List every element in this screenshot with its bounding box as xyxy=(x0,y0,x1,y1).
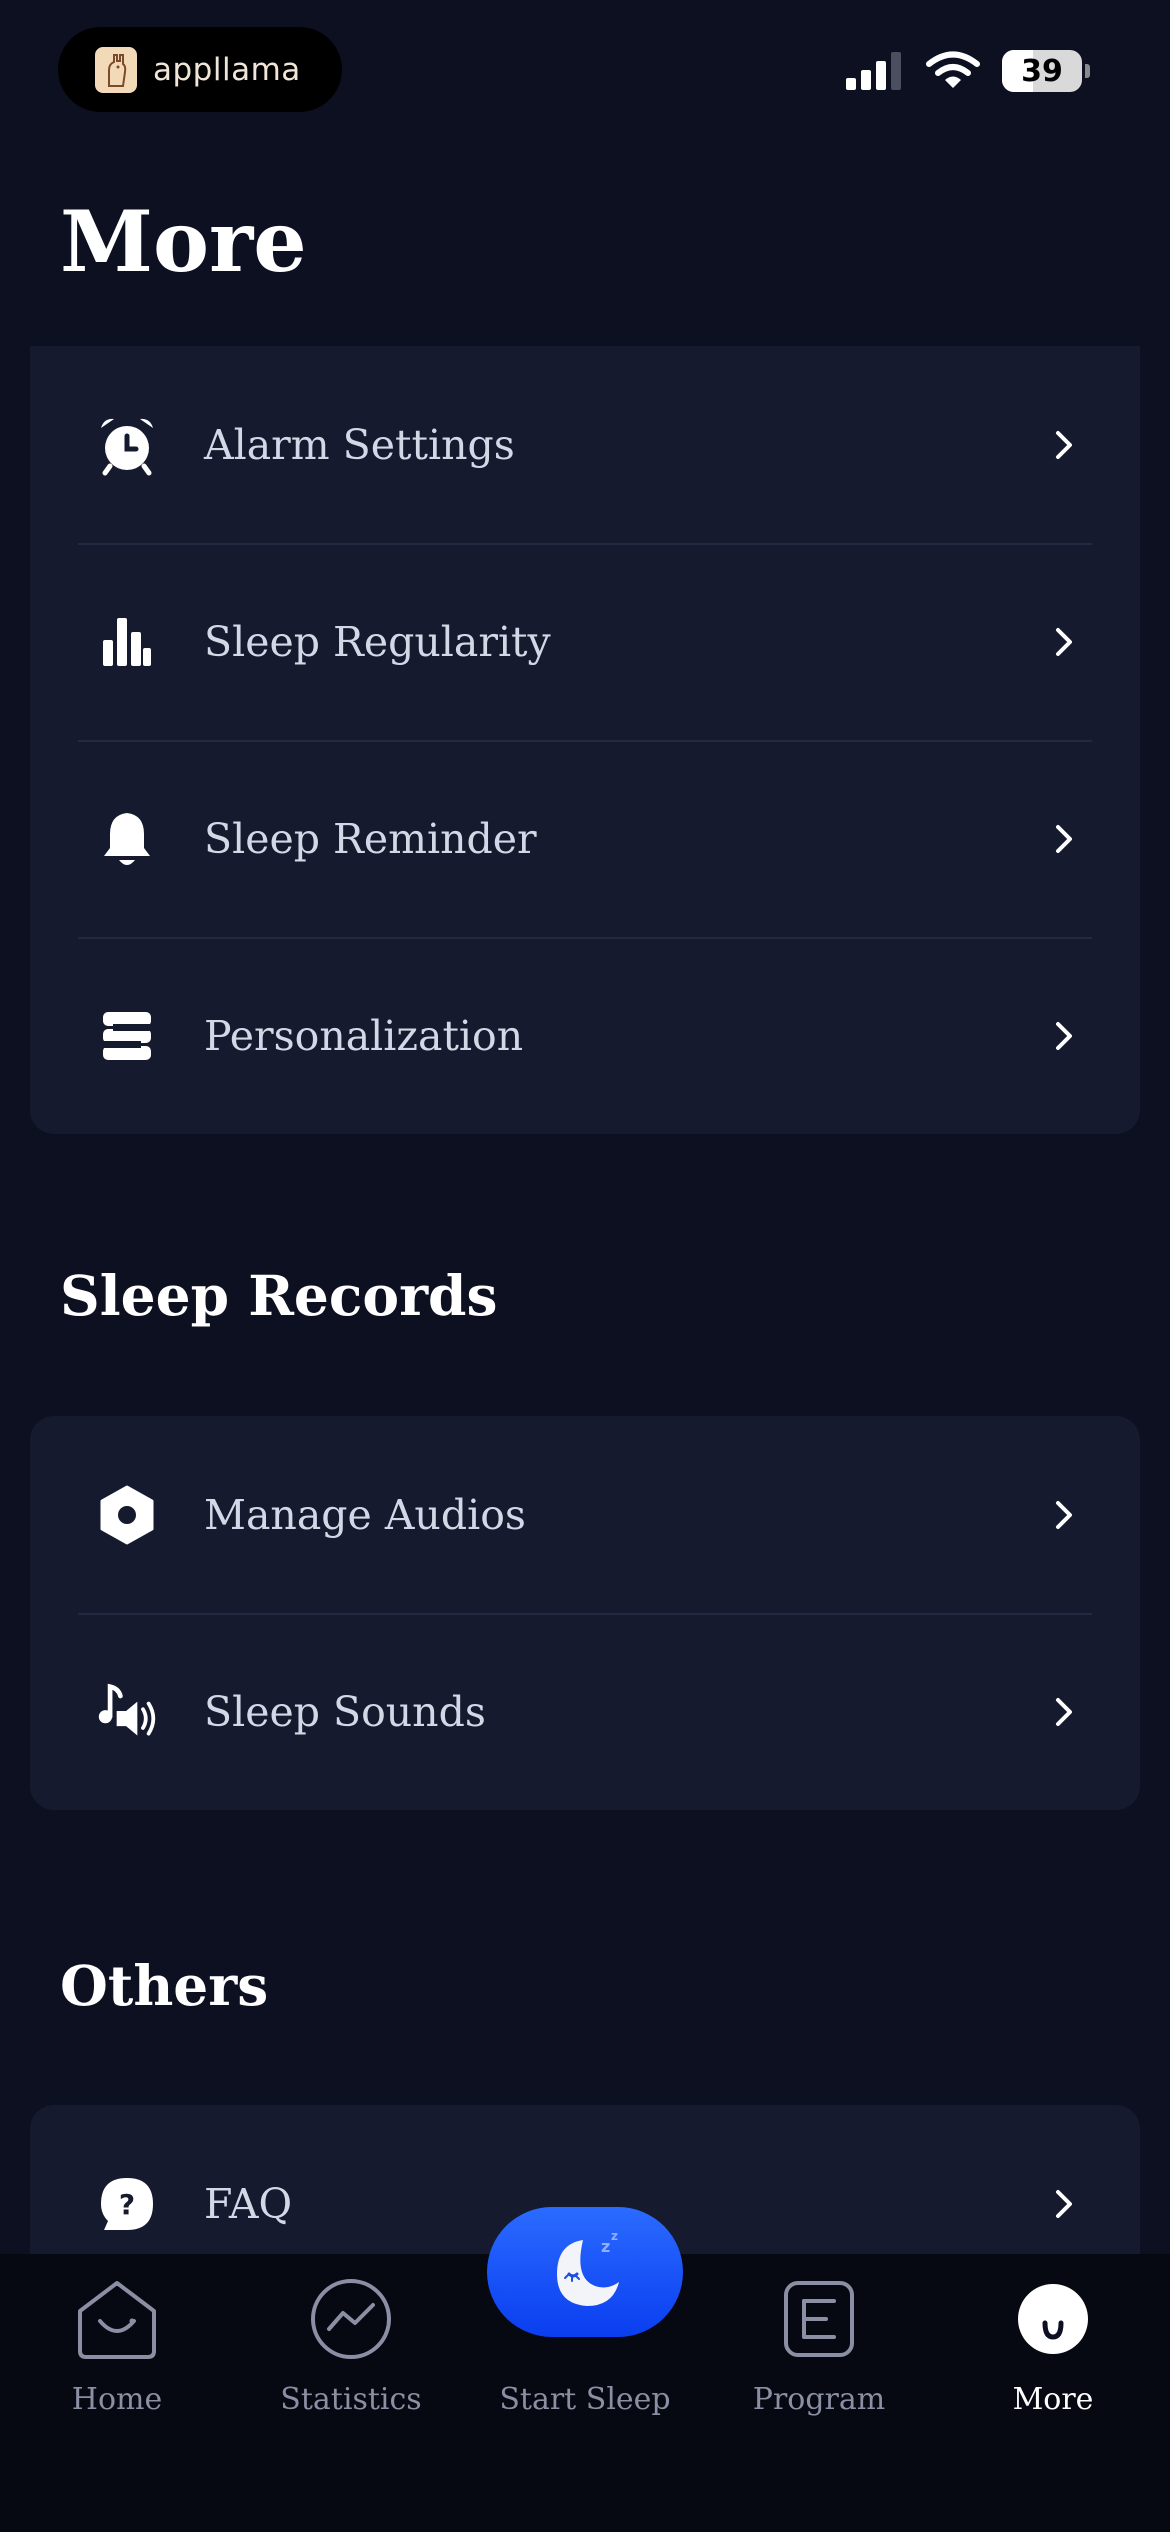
sleep-reminder-label: Sleep Reminder xyxy=(204,814,537,863)
bell-icon xyxy=(96,808,158,870)
chevron-right-icon xyxy=(1048,1499,1080,1531)
status-indicators: 39 xyxy=(846,50,1090,92)
tab-more[interactable]: More xyxy=(936,2254,1170,2532)
tab-statistics-label: Statistics xyxy=(280,2382,422,2417)
brand-name: appllama xyxy=(153,51,301,88)
tab-home-label: Home xyxy=(71,2382,163,2417)
more-screen: appllama 39 More Alarm Settings Sleep Re… xyxy=(0,0,1170,2532)
start-sleep-button[interactable]: z z xyxy=(487,2207,683,2337)
sleep-sounds-label: Sleep Sounds xyxy=(204,1687,486,1736)
page-title: More xyxy=(60,192,307,291)
bar-chart-icon xyxy=(96,611,158,673)
battery-indicator: 39 xyxy=(1002,50,1082,92)
tab-program-label: Program xyxy=(752,2382,886,2417)
music-speaker-icon xyxy=(96,1681,158,1743)
battery-nub xyxy=(1085,64,1090,78)
sleep-sounds-row[interactable]: Sleep Sounds xyxy=(30,1613,1140,1810)
sleep-regularity-label: Sleep Regularity xyxy=(204,617,551,666)
sleep-reminder-row[interactable]: Sleep Reminder xyxy=(30,740,1140,937)
personalization-label: Personalization xyxy=(204,1011,524,1060)
manage-audios-label: Manage Audios xyxy=(204,1490,526,1539)
tab-home[interactable]: Home xyxy=(0,2254,234,2532)
program-icon xyxy=(774,2274,864,2364)
question-bubble-icon: ? xyxy=(96,2173,158,2235)
svg-text:?: ? xyxy=(119,2188,135,2221)
chevron-right-icon xyxy=(1048,1696,1080,1728)
status-bar-brand-pill: appllama xyxy=(58,27,342,112)
alarm-settings-row[interactable]: Alarm Settings xyxy=(30,346,1140,543)
svg-text:z: z xyxy=(611,2229,618,2243)
statistics-icon xyxy=(306,2274,396,2364)
alarm-clock-icon xyxy=(96,414,158,476)
more-face-icon xyxy=(1008,2274,1098,2364)
chevron-right-icon xyxy=(1048,626,1080,658)
cellular-signal-icon xyxy=(846,52,901,90)
chevron-right-icon xyxy=(1048,823,1080,855)
personalization-icon xyxy=(96,1005,158,1067)
sleeping-moon-icon: z z xyxy=(557,2229,619,2306)
tab-more-label: More xyxy=(1012,2382,1094,2417)
sleep-regularity-row[interactable]: Sleep Regularity xyxy=(30,543,1140,740)
battery-percentage: 39 xyxy=(1021,53,1063,89)
alarm-settings-label: Alarm Settings xyxy=(204,420,515,469)
personalization-row[interactable]: Personalization xyxy=(30,937,1140,1134)
chevron-right-icon xyxy=(1048,429,1080,461)
home-icon xyxy=(72,2274,162,2364)
svg-text:z: z xyxy=(601,2237,610,2256)
sleep-records-title: Sleep Records xyxy=(60,1263,498,1328)
faq-label: FAQ xyxy=(204,2179,293,2228)
tab-program[interactable]: Program xyxy=(702,2254,936,2532)
hexagon-record-icon xyxy=(96,1484,158,1546)
chevron-right-icon xyxy=(1048,1020,1080,1052)
tab-start-sleep-label: Start Sleep xyxy=(499,2382,671,2417)
chevron-right-icon xyxy=(1048,2188,1080,2220)
appllama-logo-icon xyxy=(95,46,137,93)
others-title: Others xyxy=(60,1953,269,2018)
tab-statistics[interactable]: Statistics xyxy=(234,2254,468,2532)
wifi-icon xyxy=(926,51,980,88)
sleep-records-card: Manage Audios Sleep Sounds xyxy=(30,1416,1140,1810)
settings-card: Alarm Settings Sleep Regularity Sleep Re… xyxy=(30,346,1140,1134)
manage-audios-row[interactable]: Manage Audios xyxy=(30,1416,1140,1613)
